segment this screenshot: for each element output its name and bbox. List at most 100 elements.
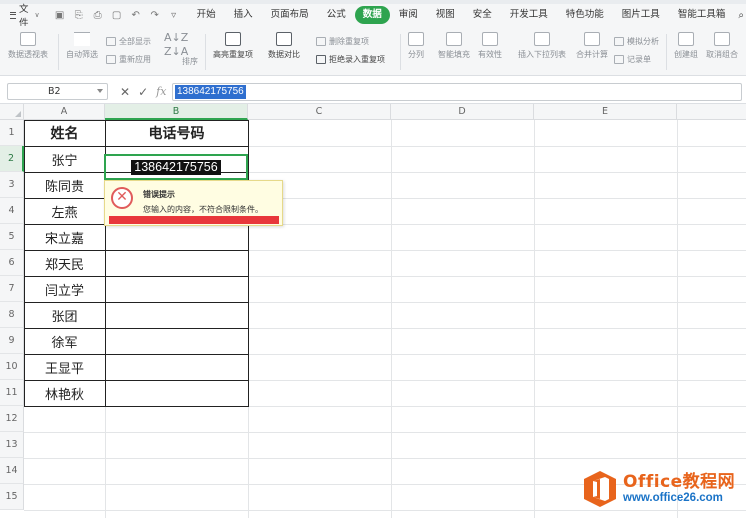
ribbon-separator bbox=[666, 34, 667, 70]
row-header[interactable]: 13 bbox=[0, 432, 24, 458]
row-header[interactable]: 8 bbox=[0, 302, 24, 328]
reapply-button[interactable]: 重新应用 bbox=[106, 54, 151, 65]
row-header[interactable]: 5 bbox=[0, 224, 24, 250]
tab-view[interactable]: 视图 bbox=[427, 6, 464, 24]
create-group-button[interactable]: 创建组 bbox=[674, 32, 698, 60]
row-header[interactable]: 3 bbox=[0, 172, 24, 198]
cell-b2-selected[interactable]: 138642175756 bbox=[104, 154, 248, 180]
validity-button[interactable]: 有效性 bbox=[478, 32, 502, 60]
tab-smart-toolbox[interactable]: 智能工具箱 bbox=[669, 6, 735, 24]
tab-data[interactable]: 数据 bbox=[354, 6, 390, 24]
formula-input-value[interactable]: 138642175756 bbox=[175, 85, 246, 99]
split-column-icon bbox=[408, 32, 424, 46]
search-button[interactable]: ⌕ 查找 bbox=[738, 1, 746, 29]
file-menu-label: 文件 bbox=[18, 4, 29, 29]
smart-fill-button[interactable]: 智能填充 bbox=[438, 32, 470, 60]
sort-ascending-icon[interactable]: A↓Z bbox=[164, 32, 188, 44]
column-header-b[interactable]: B bbox=[105, 104, 248, 120]
remove-duplicates-label: 删除重复项 bbox=[329, 37, 369, 46]
row-header[interactable]: 11 bbox=[0, 380, 24, 406]
filter-icon bbox=[74, 32, 90, 46]
remove-duplicates-button[interactable]: 删除重复项 bbox=[316, 36, 369, 47]
error-title: 错误提示 bbox=[143, 190, 175, 199]
autofilter-label: 自动筛选 bbox=[66, 50, 98, 59]
row-header[interactable]: 7 bbox=[0, 276, 24, 302]
data-compare-button[interactable]: 数据对比 bbox=[268, 32, 300, 60]
function-icon[interactable]: fx bbox=[156, 85, 166, 98]
tab-features[interactable]: 特色功能 bbox=[557, 6, 613, 24]
row-header[interactable]: 12 bbox=[0, 406, 24, 432]
redo-icon[interactable]: ↷ bbox=[149, 10, 161, 21]
show-all-button[interactable]: 全部显示 bbox=[106, 36, 151, 47]
error-message: 您输入的内容，不符合限制条件。 bbox=[143, 205, 263, 214]
reject-duplicates-icon bbox=[316, 55, 326, 64]
ribbon-separator bbox=[400, 34, 401, 70]
preview-icon[interactable]: ▢ bbox=[111, 10, 123, 21]
table-border bbox=[24, 276, 248, 277]
ungroup-button[interactable]: 取消组合 bbox=[706, 32, 738, 60]
watermark-title: Office教程网 bbox=[623, 472, 736, 492]
pivot-table-button[interactable]: 数据透视表 bbox=[8, 32, 48, 60]
customize-icon[interactable]: ▿ bbox=[168, 10, 180, 21]
highlight-duplicates-icon bbox=[225, 32, 241, 46]
tab-security[interactable]: 安全 bbox=[464, 6, 501, 24]
file-menu[interactable]: 文件 ∨ bbox=[0, 1, 46, 29]
select-all-corner[interactable] bbox=[0, 104, 24, 120]
name-box[interactable]: B2 bbox=[7, 83, 108, 100]
chevron-down-icon bbox=[97, 89, 103, 93]
tab-developer[interactable]: 开发工具 bbox=[501, 6, 557, 24]
tab-insert[interactable]: 插入 bbox=[225, 6, 262, 24]
row-header[interactable]: 10 bbox=[0, 354, 24, 380]
cancel-icon[interactable]: ✕ bbox=[120, 85, 130, 99]
gridline-column bbox=[534, 120, 535, 518]
tab-picture-tools[interactable]: 图片工具 bbox=[613, 6, 669, 24]
tab-formulas[interactable]: 公式 bbox=[318, 6, 355, 24]
table-border bbox=[24, 302, 248, 303]
row-header[interactable]: 9 bbox=[0, 328, 24, 354]
insert-dropdown-icon bbox=[534, 32, 550, 46]
tab-page-layout[interactable]: 页面布局 bbox=[262, 6, 318, 24]
column-header-e[interactable]: E bbox=[534, 104, 677, 120]
row-header[interactable]: 14 bbox=[0, 458, 24, 484]
autofilter-button[interactable]: 自动筛选 bbox=[66, 32, 98, 60]
row-header[interactable]: 4 bbox=[0, 198, 24, 224]
column-header-c[interactable]: C bbox=[248, 104, 391, 120]
column-header-d[interactable]: D bbox=[391, 104, 534, 120]
record-form-label: 记录单 bbox=[627, 55, 651, 64]
sort-button[interactable]: 排序 bbox=[182, 56, 198, 67]
data-compare-label: 数据对比 bbox=[268, 50, 300, 59]
split-column-button[interactable]: 分列 bbox=[408, 32, 424, 60]
insert-dropdown-button[interactable]: 插入下拉列表 bbox=[518, 32, 566, 60]
ribbon-separator bbox=[58, 34, 59, 70]
tab-home[interactable]: 开始 bbox=[188, 6, 225, 24]
column-header-a[interactable]: A bbox=[24, 104, 105, 120]
simulate-analysis-button[interactable]: 模拟分析 bbox=[614, 36, 659, 47]
export-icon[interactable]: ⎘ bbox=[73, 10, 85, 21]
row-header[interactable]: 15 bbox=[0, 484, 24, 510]
validity-icon bbox=[482, 32, 498, 46]
confirm-icon[interactable]: ✓ bbox=[138, 85, 148, 99]
row-header[interactable]: 1 bbox=[0, 120, 24, 146]
save-icon[interactable]: ▣ bbox=[54, 10, 66, 21]
consolidate-button[interactable]: 合并计算 bbox=[576, 32, 608, 60]
remove-duplicates-icon bbox=[316, 37, 326, 46]
row-header[interactable]: 6 bbox=[0, 250, 24, 276]
record-form-icon bbox=[614, 55, 624, 64]
column-header-f[interactable] bbox=[677, 104, 746, 120]
tab-review[interactable]: 审阅 bbox=[390, 6, 427, 24]
gridline-row bbox=[24, 432, 746, 433]
smart-fill-label: 智能填充 bbox=[438, 50, 470, 59]
watermark-url: www.office26.com bbox=[623, 492, 723, 504]
highlight-duplicates-button[interactable]: 高亮重复项 bbox=[213, 32, 253, 60]
reject-duplicates-button[interactable]: 拒绝录入重复项 bbox=[316, 54, 385, 65]
table-border bbox=[24, 328, 248, 329]
office-logo-icon bbox=[584, 471, 616, 507]
print-icon[interactable]: ⎙ bbox=[92, 10, 104, 21]
split-column-label: 分列 bbox=[408, 50, 424, 59]
formula-actions: ✕ ✓ fx bbox=[120, 83, 166, 100]
row-header[interactable]: 2 bbox=[0, 146, 24, 172]
record-form-button[interactable]: 记录单 bbox=[614, 54, 651, 65]
ribbon-separator bbox=[205, 34, 206, 70]
formula-input[interactable] bbox=[172, 83, 742, 101]
undo-icon[interactable]: ↶ bbox=[130, 10, 142, 21]
